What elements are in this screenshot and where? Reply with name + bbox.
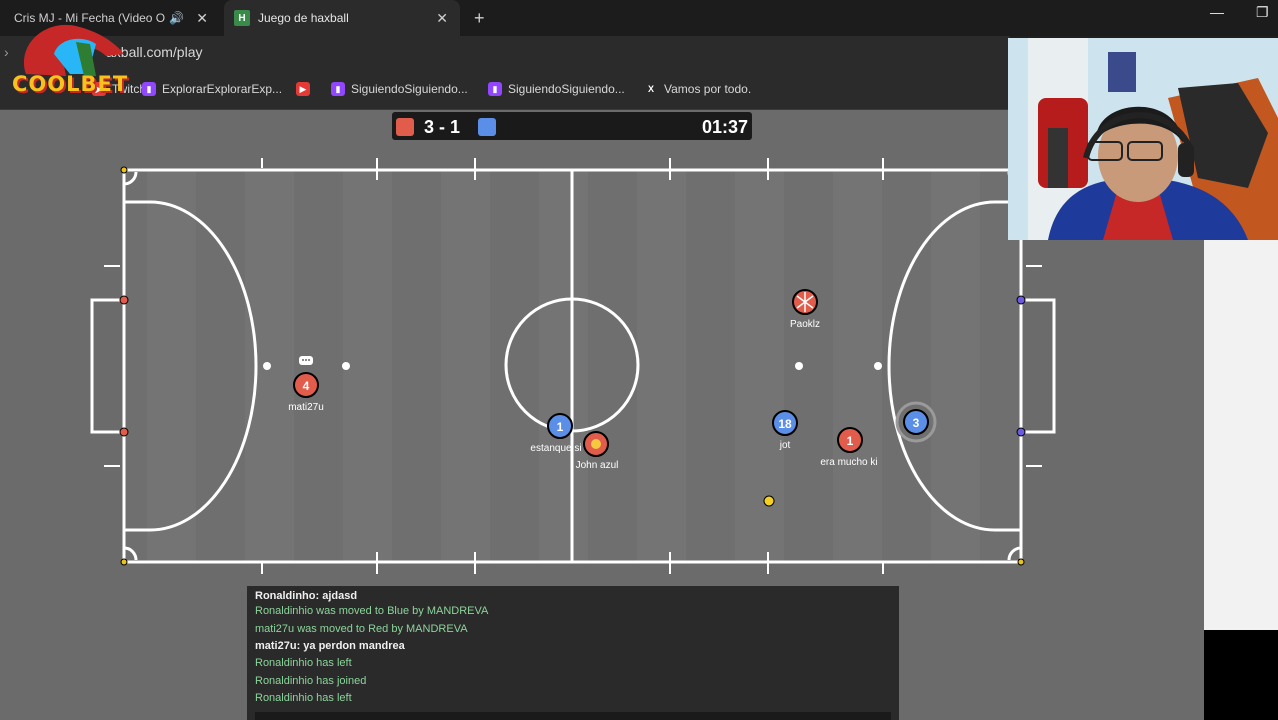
bookmark-item[interactable]: ▮ SiguiendoSiguiendo...: [488, 82, 625, 96]
player-name: Paoklz: [790, 319, 820, 330]
webcam-overlay: [1008, 38, 1278, 240]
haxball-favicon-icon: H: [234, 10, 250, 26]
red-goalpost: [119, 295, 129, 305]
bookmark-item[interactable]: ▮ SiguiendoSiguiendo...: [331, 82, 468, 96]
player-number: 1: [847, 434, 854, 448]
player-number: 18: [778, 417, 792, 431]
streamer-image: [1008, 38, 1278, 240]
coolbet-brand: COOLBET: [12, 72, 129, 96]
maximize-icon[interactable]: ❐: [1256, 0, 1269, 24]
corner-post: [1017, 558, 1025, 566]
player-name: John azul: [576, 460, 619, 471]
close-tab-icon[interactable]: ✕: [196, 10, 208, 27]
tab-bar: Cris MJ - Mi Fecha (Video O 🔊 ✕ H Juego …: [0, 0, 1278, 36]
minimize-icon[interactable]: —: [1210, 0, 1224, 24]
player-name: jot: [779, 440, 791, 451]
tab-haxball[interactable]: H Juego de haxball ✕: [224, 0, 460, 36]
chat-message: Ronaldinhio has joined: [255, 675, 367, 687]
penalty-mark: [874, 362, 882, 370]
chat-bubble-icon: [299, 356, 313, 365]
bookmarks-bar: ▶ Twitch ▮ ExplorarExplorarExp... ▶ ▮ Si…: [0, 70, 1010, 110]
chat-message: mati27u was moved to Red by MANDREVA: [255, 623, 468, 635]
twitch-icon: ▮: [142, 82, 156, 96]
penalty-mark: [342, 362, 350, 370]
close-tab-icon[interactable]: ✕: [436, 10, 448, 27]
red-goalpost: [119, 427, 129, 437]
bookmark-item[interactable]: ▮ ExplorarExplorarExp...: [142, 82, 282, 96]
bookmark-item[interactable]: X Vamos por todo.: [644, 82, 751, 96]
speaker-icon[interactable]: 🔊: [169, 11, 184, 25]
chat-panel: Ronaldinho: ajdasd Ronaldinhio was moved…: [247, 586, 899, 720]
corner-post: [120, 558, 128, 566]
new-tab-button[interactable]: +: [474, 0, 485, 36]
x-icon: X: [647, 84, 654, 94]
player-number: 4: [303, 379, 310, 393]
left-goal: [90, 298, 124, 434]
blue-goalpost: [1016, 427, 1026, 437]
twitch-icon: ▮: [488, 82, 502, 96]
penalty-mark: [795, 362, 803, 370]
blue-goalpost: [1016, 295, 1026, 305]
corner-post: [120, 166, 128, 174]
penalty-mark: [263, 362, 271, 370]
chat-input[interactable]: [255, 712, 891, 720]
chat-message: Ronaldinhio has left: [255, 692, 352, 704]
tab-haxball-label: Juego de haxball: [258, 11, 349, 25]
chat-message: Ronaldinho: ajdasd: [255, 590, 358, 602]
player-name: estanque si: [530, 443, 581, 454]
black-panel: [1204, 630, 1278, 720]
player-name: era mucho ki: [820, 457, 877, 468]
right-goal: [1021, 298, 1056, 434]
player-name: mati27u: [288, 402, 324, 413]
chat-message: Ronaldinhio has left: [255, 657, 352, 669]
address-bar: › axball.com/play: [0, 36, 1010, 70]
emoji-face-icon: [591, 439, 601, 449]
ball: [763, 495, 775, 507]
youtube-icon: ▶: [296, 82, 310, 96]
background-wall: [1204, 240, 1278, 630]
player-number: 1: [557, 420, 564, 434]
chat-message: mati27u: ya perdon mandrea: [255, 640, 405, 652]
bookmark-item[interactable]: ▶: [296, 82, 316, 96]
player-number: 3: [913, 416, 920, 430]
twitch-icon: ▮: [331, 82, 345, 96]
chat-message: Ronaldinhio was moved to Blue by MANDREV…: [255, 605, 489, 617]
